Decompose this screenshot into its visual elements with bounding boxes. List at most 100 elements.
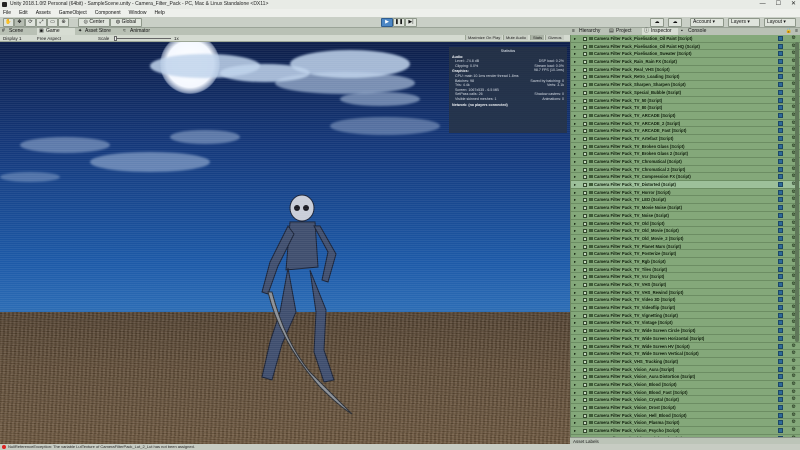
enabled-checkbox[interactable]	[583, 136, 587, 141]
collab-button[interactable]: ☁	[650, 18, 664, 27]
help-book-icon[interactable]	[778, 320, 783, 326]
enabled-checkbox[interactable]	[583, 283, 587, 287]
maximize-on-play-toggle[interactable]: Maximize On Play	[465, 35, 503, 40]
gear-icon[interactable]: ⚙	[792, 381, 796, 388]
component-row[interactable]: ▸ Camera Filter Pack_Vision_Aura Distorti…	[571, 373, 800, 381]
help-book-icon[interactable]	[778, 166, 783, 172]
component-row[interactable]: ▸ Camera Filter Pack_TV_Planet Mars (Scri…	[571, 243, 800, 251]
help-book-icon[interactable]	[778, 343, 783, 349]
foldout-arrow-icon[interactable]: ▸	[574, 381, 576, 388]
help-book-icon[interactable]	[778, 381, 783, 387]
hand-tool-button[interactable]: ✋	[3, 18, 14, 27]
enabled-checkbox[interactable]	[583, 413, 587, 418]
layout-dropdown[interactable]: Layout ▾	[764, 18, 796, 27]
scale-slider-thumb[interactable]	[114, 36, 117, 41]
component-row[interactable]: ▸ Camera Filter Pack_TV_Wide Screen Horiz…	[571, 335, 800, 343]
foldout-arrow-icon[interactable]: ▸	[574, 166, 576, 173]
enabled-checkbox[interactable]	[583, 113, 587, 118]
game-viewport[interactable]: Statistics Audio: Level: -74.8 dB DSP loa…	[0, 42, 570, 444]
help-book-icon[interactable]	[778, 66, 783, 72]
help-book-icon[interactable]	[778, 159, 783, 164]
help-book-icon[interactable]	[778, 389, 783, 395]
component-row[interactable]: ▸ Camera Filter Pack_TV_Distorted (Script…	[571, 181, 800, 189]
component-row[interactable]: ▸ Camera Filter Pack_Pixelisation_Oil Pai…	[571, 43, 800, 51]
foldout-arrow-icon[interactable]: ▸	[574, 104, 576, 111]
foldout-arrow-icon[interactable]: ▸	[574, 296, 576, 303]
enabled-checkbox[interactable]	[583, 290, 587, 295]
enabled-checkbox[interactable]	[583, 160, 587, 164]
component-row[interactable]: ▸ Camera Filter Pack_TV_Videoflip (Script…	[571, 304, 800, 312]
foldout-arrow-icon[interactable]: ▸	[574, 427, 576, 434]
gear-icon[interactable]: ⚙	[792, 343, 796, 350]
foldout-arrow-icon[interactable]: ▸	[574, 312, 576, 319]
enabled-checkbox[interactable]	[583, 406, 587, 410]
help-book-icon[interactable]	[778, 128, 783, 134]
component-row[interactable]: ▸ Camera Filter Pack_TV_Vcr (Script) ⚙	[571, 273, 800, 281]
enabled-checkbox[interactable]	[583, 175, 587, 180]
aspect-dropdown[interactable]: Free Aspect	[37, 35, 61, 42]
foldout-arrow-icon[interactable]: ▸	[574, 143, 576, 150]
enabled-checkbox[interactable]	[583, 67, 587, 72]
layers-dropdown[interactable]: Layers ▾	[728, 18, 760, 27]
gear-icon[interactable]: ⚙	[792, 389, 796, 396]
enabled-checkbox[interactable]	[583, 75, 587, 80]
close-button[interactable]: ✕	[791, 0, 796, 9]
pivot-center-toggle[interactable]: ◎ Center	[78, 18, 110, 27]
gear-icon[interactable]: ⚙	[792, 366, 796, 373]
enabled-checkbox[interactable]	[583, 390, 587, 395]
help-book-icon[interactable]	[778, 59, 783, 65]
inspector-scrollbar[interactable]	[795, 42, 799, 342]
enabled-checkbox[interactable]	[583, 52, 587, 57]
display-dropdown[interactable]: Display 1	[3, 35, 22, 42]
component-row[interactable]: ▸ Camera Filter Pack_TV_VHS_Rewind (Scrip…	[571, 289, 800, 297]
foldout-arrow-icon[interactable]: ▸	[574, 212, 576, 219]
enabled-checkbox[interactable]	[583, 198, 587, 203]
help-book-icon[interactable]	[778, 358, 783, 364]
help-book-icon[interactable]	[778, 135, 783, 141]
component-row[interactable]: ▸ Camera Filter Pack_TV_Wide Screen Verti…	[571, 350, 800, 358]
transform-tool-button[interactable]: ⊕	[58, 18, 69, 27]
help-book-icon[interactable]	[778, 97, 783, 103]
foldout-arrow-icon[interactable]: ▸	[574, 366, 576, 373]
help-book-icon[interactable]	[778, 36, 783, 41]
help-book-icon[interactable]	[778, 420, 783, 426]
foldout-arrow-icon[interactable]: ▸	[574, 112, 576, 119]
asset-labels-bar[interactable]: Asset Labels	[570, 437, 800, 444]
tab-hierarchy[interactable]: ≡ Hierarchy	[570, 28, 606, 35]
component-row[interactable]: ▸ Camera Filter Pack_TV_Compression FX (S…	[571, 173, 800, 182]
foldout-arrow-icon[interactable]: ▸	[574, 220, 576, 227]
component-row[interactable]: ▸ Camera Filter Pack_TV_Horror (Script) ⚙	[571, 189, 800, 197]
foldout-arrow-icon[interactable]: ▸	[574, 150, 576, 157]
enabled-checkbox[interactable]	[583, 329, 587, 334]
component-row[interactable]: ▸ Camera Filter Pack_TV_Chromatical (Scri…	[571, 158, 800, 166]
play-button[interactable]: ▶	[381, 18, 393, 27]
help-book-icon[interactable]	[778, 335, 783, 341]
component-row[interactable]: ▸ Camera Filter Pack_Real_VHS (Script) ⚙	[571, 66, 800, 74]
component-row[interactable]: ▸ Camera Filter Pack_Vision_Psycho (Scrip…	[571, 427, 800, 435]
foldout-arrow-icon[interactable]: ▸	[574, 335, 576, 342]
foldout-arrow-icon[interactable]: ▸	[574, 127, 576, 134]
help-book-icon[interactable]	[778, 120, 783, 126]
component-row[interactable]: ▸ Camera Filter Pack_TV_Old (Script) ⚙	[571, 220, 800, 228]
enabled-checkbox[interactable]	[583, 429, 587, 434]
enabled-checkbox[interactable]	[583, 244, 587, 249]
help-book-icon[interactable]	[778, 112, 783, 118]
enabled-checkbox[interactable]	[583, 321, 587, 326]
tab-inspector[interactable]: ⓘ Inspector	[642, 28, 678, 35]
component-row[interactable]: ▸ Camera Filter Pack_TV_ARCADE (Script) ⚙	[571, 112, 800, 120]
foldout-arrow-icon[interactable]: ▸	[574, 97, 576, 104]
minimize-button[interactable]: —	[760, 0, 766, 9]
foldout-arrow-icon[interactable]: ▸	[574, 404, 576, 411]
component-row[interactable]: ▸ Camera Filter Pack_TV_Old_Movie_2 (Scri…	[571, 235, 800, 243]
help-book-icon[interactable]	[778, 366, 783, 372]
component-row[interactable]: ▸ Camera Filter Pack_TV_80 (Script) ⚙	[571, 104, 800, 112]
enabled-checkbox[interactable]	[583, 421, 587, 426]
help-book-icon[interactable]	[778, 428, 783, 434]
component-row[interactable]: ▸ Camera Filter Pack_TV_Chromatical 2 (Sc…	[571, 166, 800, 174]
help-book-icon[interactable]	[778, 51, 783, 57]
enabled-checkbox[interactable]	[583, 121, 587, 126]
help-book-icon[interactable]	[778, 251, 783, 257]
help-book-icon[interactable]	[778, 374, 783, 380]
enabled-checkbox[interactable]	[583, 37, 587, 41]
help-book-icon[interactable]	[778, 189, 783, 195]
